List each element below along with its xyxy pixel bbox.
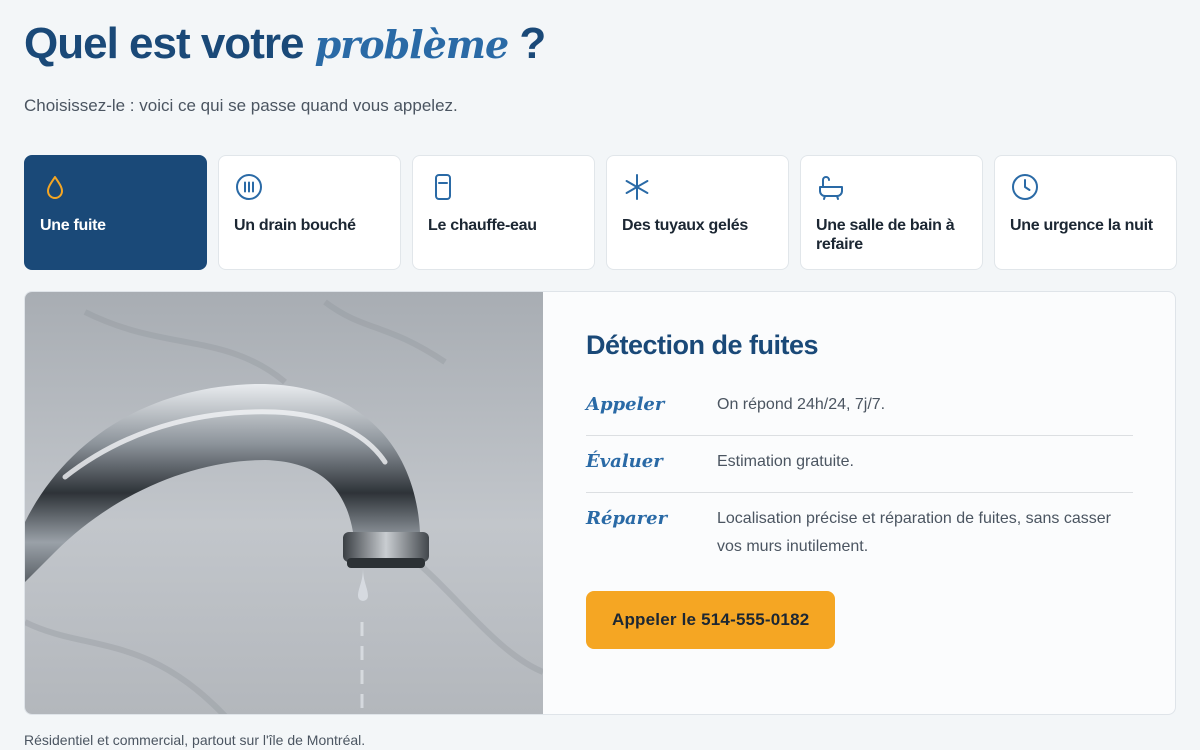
step-text: On répond 24h/24, 7j/7. [717, 396, 886, 413]
snowflake-icon [622, 172, 652, 204]
drop-icon [40, 172, 70, 204]
tab-salle-de-bain[interactable]: Une salle de bain à refaire [800, 155, 983, 270]
call-button[interactable]: Appeler le 514-555-0182 [586, 591, 836, 649]
service-area-note: Résidentiel et commercial, partout sur l… [24, 732, 366, 748]
page-header: Quel est votre problème ? Choisissez-le … [24, 19, 546, 116]
tab-chauffe-eau[interactable]: Le chauffe-eau [412, 155, 595, 270]
tab-label: Une fuite [40, 217, 106, 234]
tab-une-fuite[interactable]: Une fuite [24, 155, 207, 270]
step-text: Estimation gratuite. [717, 453, 854, 470]
title-accent: problème [314, 22, 510, 67]
tab-label: Des tuyaux gelés [622, 217, 748, 234]
step-row: Réparer Localisation précise et réparati… [586, 493, 1133, 577]
bathtub-icon [816, 172, 846, 204]
title-start: Quel est votre [24, 19, 304, 68]
service-title: Détection de fuites [586, 330, 819, 360]
water-heater-icon [428, 172, 458, 204]
page-title: Quel est votre problème ? [24, 19, 546, 69]
title-end: ? [519, 19, 546, 68]
drain-icon [234, 172, 264, 204]
problem-tabs: Une fuite Un drain bouché Le chauffe-eau… [24, 155, 1177, 270]
service-details: Détection de fuites Appeler On répond 24… [543, 292, 1175, 714]
step-name: Évaluer [586, 451, 663, 472]
tab-tuyaux-geles[interactable]: Des tuyaux gelés [606, 155, 789, 270]
process-steps: Appeler On répond 24h/24, 7j/7. Évaluer … [586, 379, 1133, 577]
step-name: Appeler [586, 394, 665, 415]
dripping-faucet-photo [25, 292, 543, 714]
step-name: Réparer [586, 508, 668, 529]
faucet-illustration [25, 299, 543, 714]
page-subtitle: Choisissez-le : voici ce qui se passe qu… [24, 96, 458, 115]
tab-label: Le chauffe-eau [428, 217, 537, 234]
tab-label: Un drain bouché [234, 217, 356, 234]
tab-label: Une urgence la nuit [1010, 217, 1153, 234]
step-text: Localisation précise et réparation de fu… [717, 510, 1111, 555]
service-panel: Détection de fuites Appeler On répond 24… [24, 291, 1176, 715]
tab-urgence-nuit[interactable]: Une urgence la nuit [994, 155, 1177, 270]
clock-icon [1010, 172, 1040, 204]
step-row: Appeler On répond 24h/24, 7j/7. [586, 379, 1133, 436]
step-row: Évaluer Estimation gratuite. [586, 436, 1133, 493]
tab-label: Une salle de bain à refaire [816, 217, 955, 253]
tab-drain-bouche[interactable]: Un drain bouché [218, 155, 401, 270]
